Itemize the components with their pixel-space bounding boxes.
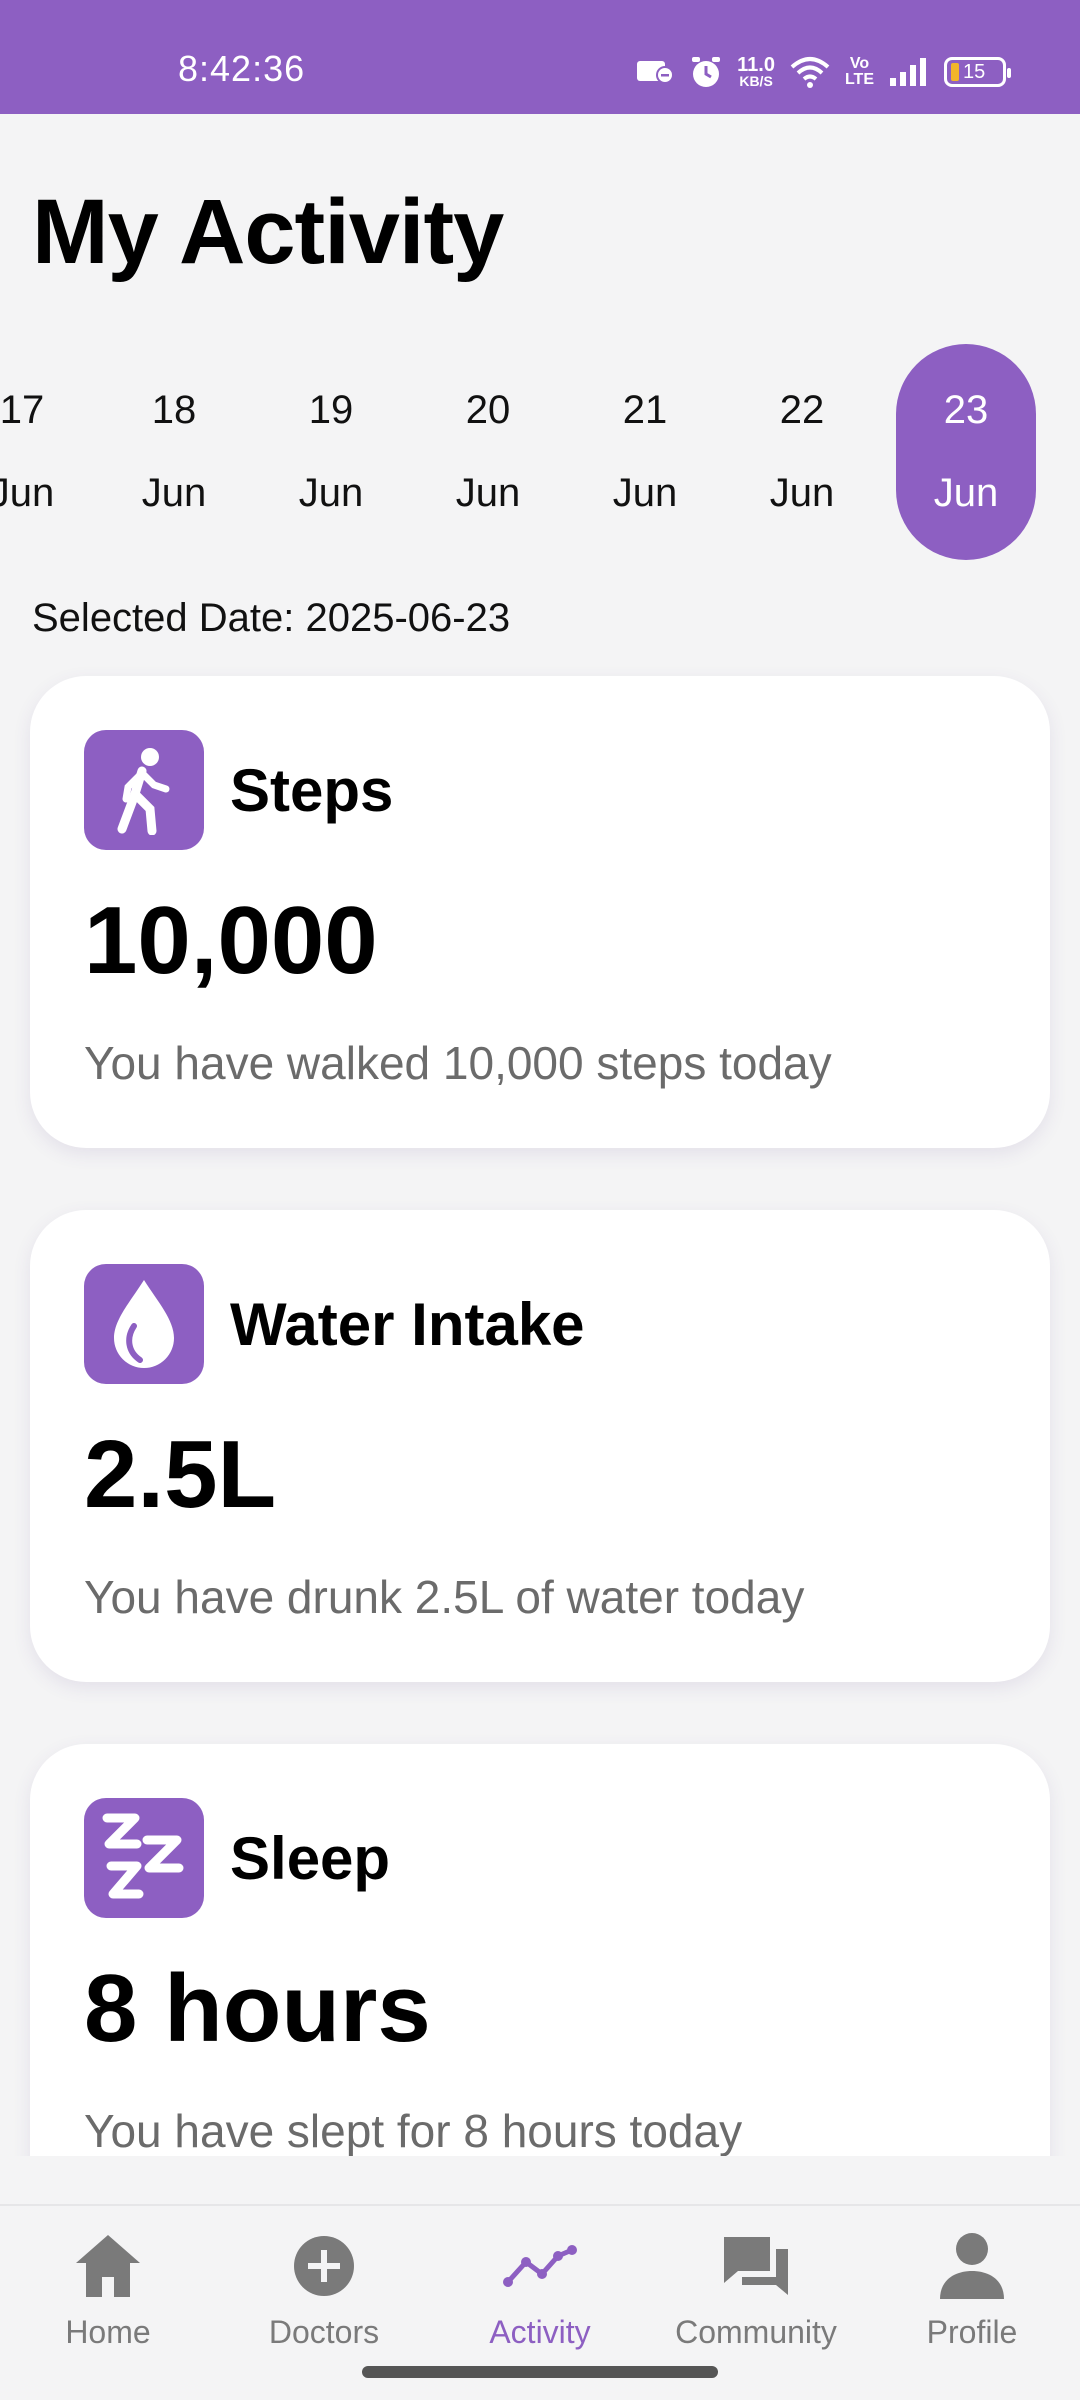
date-day: 20 — [465, 388, 511, 432]
date-month: Jun — [455, 471, 521, 515]
nav-item-profile[interactable]: Profile — [864, 2228, 1080, 2368]
page-title: My Activity — [32, 181, 504, 283]
status-time: 8:42:36 — [178, 48, 306, 89]
date-item-21[interactable]: 21 Jun — [575, 344, 715, 560]
date-item-19[interactable]: 19 Jun — [261, 344, 401, 560]
alarm-icon — [689, 55, 723, 89]
card-title: Steps — [230, 757, 394, 824]
date-item-18[interactable]: 18 Jun — [104, 344, 244, 560]
date-month: Jun — [769, 471, 835, 515]
net-speed: 11.0 KB/S — [737, 54, 775, 89]
signal-icon — [888, 56, 930, 88]
date-item-22[interactable]: 22 Jun — [732, 344, 872, 560]
status-bar: 8:42:36 11.0 KB/S Vo LTE 15 — [0, 0, 1080, 114]
sleep-card[interactable]: Sleep 8 hours You have slept for 8 hours… — [30, 1744, 1050, 2156]
card-title: Water Intake — [230, 1291, 585, 1358]
date-item-23-selected[interactable]: 23 Jun — [896, 344, 1036, 560]
water-intake-card[interactable]: Water Intake 2.5L You have drunk 2.5L of… — [30, 1210, 1050, 1682]
date-day: 17 — [0, 388, 45, 432]
date-month: Jun — [298, 471, 364, 515]
sleep-icon — [84, 1798, 204, 1918]
nav-item-activity[interactable]: Activity — [432, 2228, 648, 2368]
date-item-20[interactable]: 20 Jun — [418, 344, 558, 560]
notification-off-icon — [635, 57, 675, 87]
date-day: 19 — [308, 388, 354, 432]
nav-label: Profile — [926, 2314, 1018, 2350]
card-value: 2.5L — [84, 1421, 277, 1528]
date-day: 21 — [622, 388, 668, 432]
date-day: 23 — [943, 388, 989, 432]
nav-label: Activity — [489, 2314, 591, 2350]
card-value: 10,000 — [84, 887, 378, 994]
selected-date-label: Selected Date: 2025-06-23 — [32, 596, 511, 640]
nav-label: Doctors — [268, 2314, 380, 2350]
card-description: You have slept for 8 hours today — [84, 2105, 743, 2156]
card-title: Sleep — [230, 1825, 391, 1892]
chat-icon — [720, 2228, 792, 2304]
person-icon — [938, 2228, 1006, 2304]
volte-icon: Vo LTE — [844, 55, 874, 88]
status-icons: 11.0 KB/S Vo LTE 15 — [635, 50, 1011, 94]
card-description: You have drunk 2.5L of water today — [84, 1571, 805, 1623]
water-drop-icon — [84, 1264, 204, 1384]
nav-item-doctors[interactable]: Doctors — [216, 2228, 432, 2368]
steps-card[interactable]: Steps 10,000 You have walked 10,000 step… — [30, 676, 1050, 1148]
nav-label: Home — [65, 2314, 151, 2350]
activity-chart-icon — [502, 2228, 578, 2304]
walking-icon — [84, 730, 204, 850]
activity-list[interactable]: Steps 10,000 You have walked 10,000 step… — [0, 640, 1080, 2156]
date-month: Jun — [141, 471, 207, 515]
date-strip[interactable]: 17 Jun 18 Jun 19 Jun 20 Jun 21 Jun 22 Ju… — [0, 344, 1080, 560]
plus-circle-icon — [292, 2228, 356, 2304]
date-day: 22 — [779, 388, 825, 432]
nav-label: Community — [675, 2314, 837, 2350]
date-day: 18 — [151, 388, 197, 432]
date-month: Jun — [612, 471, 678, 515]
home-icon — [72, 2228, 144, 2304]
card-description: You have walked 10,000 steps today — [84, 1037, 832, 1089]
date-month: Jun — [0, 471, 55, 515]
date-item-17[interactable]: 17 Jun — [0, 344, 92, 560]
date-month: Jun — [933, 471, 999, 515]
nav-item-community[interactable]: Community — [648, 2228, 864, 2368]
nav-item-home[interactable]: Home — [0, 2228, 216, 2368]
wifi-icon — [789, 55, 831, 89]
battery-icon: 15 — [944, 57, 1011, 87]
home-indicator[interactable] — [362, 2366, 718, 2378]
card-value: 8 hours — [84, 1955, 431, 2062]
